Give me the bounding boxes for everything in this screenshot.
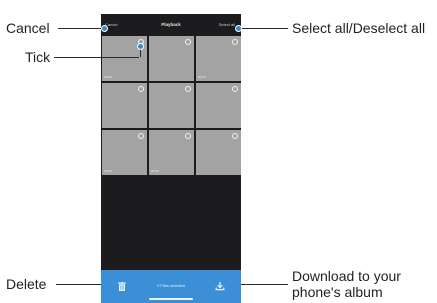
thumbnail[interactable] (196, 130, 241, 175)
tick-circle-icon[interactable] (185, 39, 191, 45)
callout-line-delete (56, 284, 101, 285)
tick-circle-icon[interactable] (185, 86, 191, 92)
thumbnail-time: 00:00 (151, 169, 159, 173)
tick-circle-icon[interactable] (232, 86, 238, 92)
callout-line-download (241, 284, 288, 285)
top-bar: Cancel Playback Select all (101, 14, 241, 36)
callout-tick: Tick (25, 49, 51, 65)
callout-dot-cancel (101, 25, 108, 32)
thumbnail[interactable]: 00:15 (196, 36, 241, 81)
select-all-button[interactable]: Select all (219, 22, 235, 27)
callout-line-select-all (238, 28, 288, 29)
callout-line-tick (54, 57, 139, 58)
callout-line-cancel (58, 28, 102, 29)
thumbnail-time: 00:00 (104, 75, 112, 79)
thumbnail[interactable]: 00:00 (102, 130, 147, 175)
tick-circle-icon[interactable] (232, 133, 238, 139)
thumbnail[interactable]: 00:00 (149, 130, 194, 175)
tick-circle-icon[interactable] (185, 133, 191, 139)
callout-select-all: Select all/Deselect all (292, 20, 426, 36)
thumbnail-time: 00:15 (198, 75, 206, 79)
thumbnail-grid: 00:00 00:15 00:00 00:00 (102, 36, 241, 183)
callout-dot-tick (137, 43, 144, 50)
callout-delete: Delete (6, 276, 47, 292)
tick-circle-icon[interactable] (138, 133, 144, 139)
tick-circle-icon[interactable] (232, 39, 238, 45)
download-icon[interactable] (215, 281, 225, 291)
callout-cancel: Cancel (6, 20, 50, 36)
tick-circle-icon[interactable] (138, 86, 144, 92)
home-indicator (149, 298, 193, 300)
callout-download-line2: phone's album (292, 284, 383, 300)
thumbnail[interactable] (102, 83, 147, 128)
thumbnail-time: 00:00 (104, 169, 112, 173)
thumbnail[interactable] (149, 83, 194, 128)
thumbnail[interactable] (196, 83, 241, 128)
callout-dot-select-all (235, 25, 242, 32)
callout-download-line1: Download to your (292, 268, 401, 284)
thumbnail[interactable] (149, 36, 194, 81)
bottom-action-bar: 0 Files selected (101, 270, 241, 303)
